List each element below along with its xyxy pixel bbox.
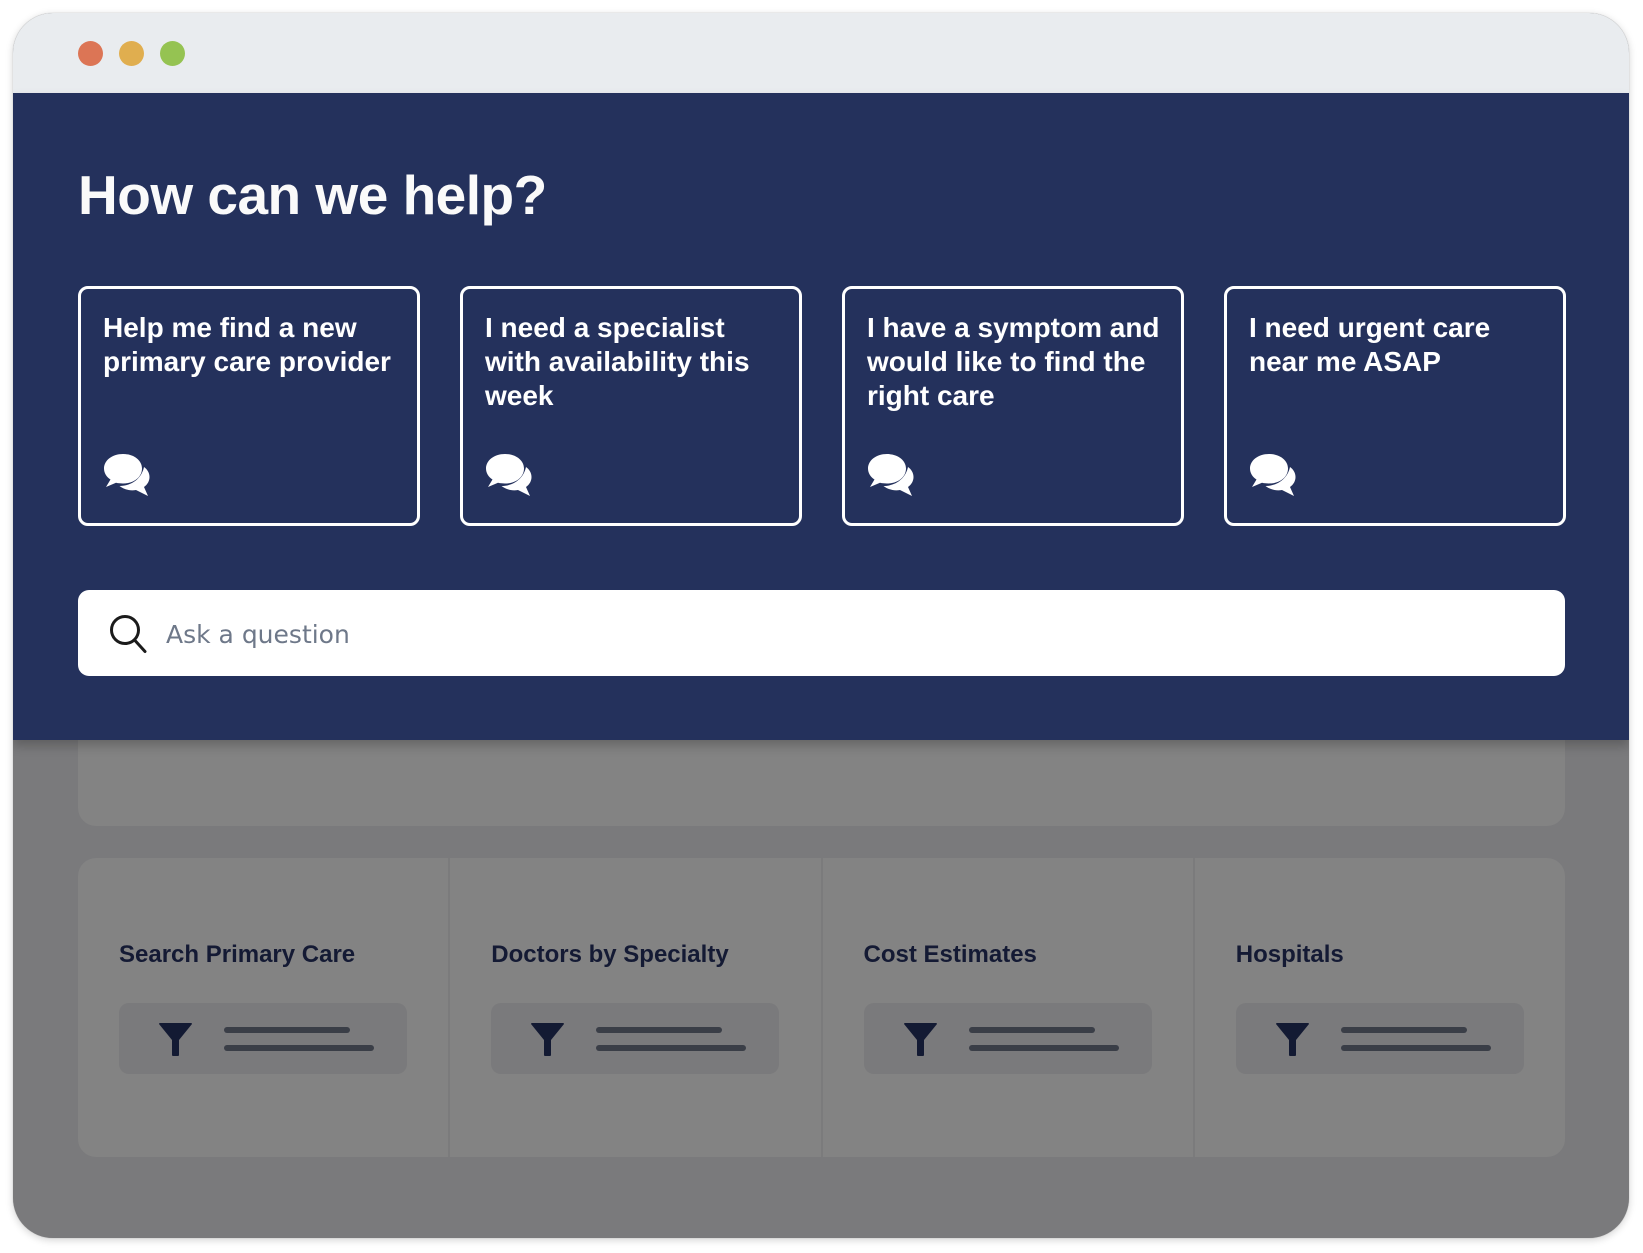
tool-cost-estimates[interactable]: Cost Estimates [823,858,1195,1157]
tool-label: Hospitals [1235,941,1344,968]
placeholder-line [596,1045,747,1051]
filter-placeholder [119,1003,407,1074]
placeholder-line [968,1027,1095,1033]
filter-icon [159,1023,192,1056]
browser-window: Search Primary Care Doctors by Specialty… [13,13,1629,1238]
filter-placeholder [863,1003,1152,1074]
close-window-button[interactable] [78,41,103,66]
page-title: How can we help? [78,164,547,226]
tool-label: Doctors by Specialty [491,941,729,968]
comments-icon [1250,454,1296,496]
tool-search-primary-care[interactable]: Search Primary Care [78,858,451,1157]
placeholder-line [968,1045,1119,1051]
help-panel: How can we help? Help me find a new prim… [13,93,1629,740]
search-input[interactable] [164,590,1548,678]
card-text: I need a specialist with availability th… [485,312,750,411]
card-text: Help me find a new primary care provider [103,312,391,377]
card-symptom-care[interactable]: I have a symptom and would like to find … [842,286,1184,526]
maximize-window-button[interactable] [160,41,185,66]
placeholder-line [224,1027,350,1033]
filter-icon [531,1023,565,1056]
comments-icon [104,454,150,496]
filter-placeholder [1235,1003,1524,1074]
search-icon [110,615,147,653]
search-bar [78,590,1565,678]
tool-hospitals[interactable]: Hospitals [1195,858,1565,1157]
filter-placeholder [491,1003,780,1074]
card-text: I need urgent care near me ASAP [1249,312,1491,377]
filter-icon [903,1023,937,1056]
comments-icon [486,454,532,496]
minimize-window-button[interactable] [119,41,144,66]
card-text: I have a symptom and would like to find … [867,312,1160,411]
card-find-specialist[interactable]: I need a specialist with availability th… [460,286,802,526]
placeholder-line [1340,1027,1467,1033]
placeholder-line [1340,1045,1491,1051]
tool-doctors-by-specialty[interactable]: Doctors by Specialty [450,858,823,1157]
tool-label: Search Primary Care [119,941,356,968]
card-urgent-care[interactable]: I need urgent care near me ASAP [1224,286,1566,526]
placeholder-line [596,1027,723,1033]
filter-icon [1275,1023,1309,1056]
comments-icon [868,454,914,496]
tools-panel: Search Primary Care Doctors by Specialty… [78,858,1565,1157]
placeholder-line [224,1045,374,1051]
title-bar [13,13,1629,93]
tool-label: Cost Estimates [863,941,1037,968]
card-find-primary-care[interactable]: Help me find a new primary care provider [78,286,420,526]
quick-action-cards: Help me find a new primary care provider… [78,286,1566,526]
